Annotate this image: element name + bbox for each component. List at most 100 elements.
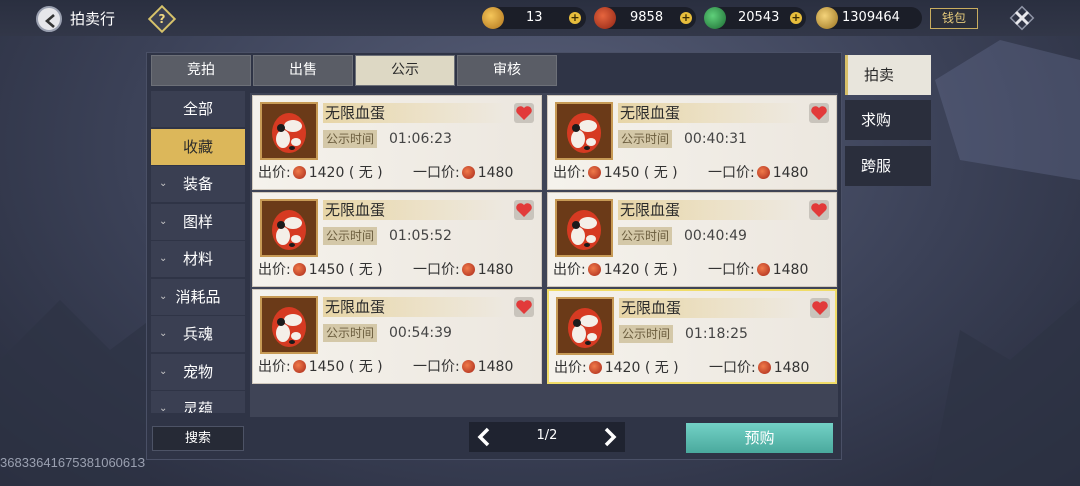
tab-auction[interactable]: 竞拍 [151, 55, 251, 86]
category-pets[interactable]: ⌄ 宠物 [151, 353, 245, 390]
search-button[interactable]: 搜索 [152, 426, 244, 451]
item-card[interactable]: 无限血蛋 公示时间 01:06:23 出价: 1420 ( 无 ) 一口价: 1480 [252, 95, 542, 190]
category-label: 图样 [182, 212, 213, 231]
favorite-button[interactable] [514, 200, 534, 220]
prebuy-button[interactable]: 预购 [686, 423, 833, 453]
red-coin-icon [594, 7, 616, 29]
heart-icon [516, 300, 532, 314]
add-currency-button[interactable]: + [790, 12, 802, 24]
bid-label: 出价: [553, 165, 586, 181]
red-coin-icon [461, 360, 475, 373]
blood-egg-icon [556, 297, 614, 355]
buyout-value: 1480 [477, 359, 514, 375]
side-tab-auction[interactable]: 拍卖 [845, 55, 931, 95]
category-favorites[interactable]: 收藏 [151, 128, 245, 165]
currency-value: 20543 [738, 10, 780, 25]
bid-value: 1420 [603, 262, 640, 278]
buyout-value: 1480 [477, 165, 514, 181]
top-bar: 拍卖行 ? 13 + 9858 + 20543 + 1309464 钱包 [0, 0, 1080, 36]
currency-value: 1309464 [842, 10, 900, 25]
back-button[interactable] [36, 6, 62, 32]
category-spirit[interactable]: ⌄ 灵蕴 [151, 391, 245, 413]
buyout-price: 一口价: 1480 [708, 164, 808, 182]
favorite-button[interactable] [809, 200, 829, 220]
category-consumables[interactable]: ⌄ 消耗品 [151, 278, 245, 315]
red-coin-icon [461, 263, 475, 276]
tab-public[interactable]: 公示 [355, 55, 455, 86]
chevron-down-icon: ⌄ [159, 290, 168, 302]
bid-none: ( 无 ) [643, 165, 678, 181]
chevron-down-icon: ⌄ [159, 403, 168, 413]
wallet-button[interactable]: 钱包 [930, 8, 978, 29]
time-label: 公示时间 [618, 130, 673, 148]
category-patterns[interactable]: ⌄ 图样 [151, 203, 245, 240]
category-all[interactable]: 全部 [151, 91, 245, 127]
category-label: 装备 [182, 175, 213, 193]
item-card[interactable]: 无限血蛋 公示时间 00:54:39 出价: 1450 ( 无 ) 一口价: 1480 [252, 289, 542, 384]
bid-price: 出价: 1450 ( 无 ) [258, 261, 383, 279]
favorite-button[interactable] [514, 103, 534, 123]
category-list[interactable]: 全部 收藏 ⌄ 装备 ⌄ 图样 ⌄ 材料 ⌄ 消耗品 ⌄ 兵魂 ⌄ 宠物 ⌄ 灵蕴 [151, 91, 245, 413]
category-soldier-soul[interactable]: ⌄ 兵魂 [151, 316, 245, 352]
bid-none: ( 无 ) [348, 262, 383, 278]
time-remaining: 00:54:39 [389, 325, 452, 341]
buyout-value: 1480 [477, 262, 514, 278]
buyout-label: 一口价: [708, 165, 755, 181]
red-coin-icon [292, 360, 306, 373]
heart-icon [811, 203, 827, 217]
item-card[interactable]: 无限血蛋 公示时间 00:40:49 出价: 1420 ( 无 ) 一口价: 1480 [547, 192, 837, 287]
heart-icon [516, 203, 532, 217]
buyout-label: 一口价: [413, 359, 460, 375]
favorite-button[interactable] [809, 103, 829, 123]
add-currency-button[interactable]: + [569, 12, 581, 24]
red-coin-icon [292, 263, 306, 276]
currency-red-coin: 9858 + [594, 7, 696, 29]
item-card[interactable]: 无限血蛋 公示时间 01:05:52 出价: 1450 ( 无 ) 一口价: 1480 [252, 192, 542, 287]
chevron-down-icon: ⌄ [159, 328, 168, 339]
category-label: 消耗品 [175, 287, 221, 306]
buyout-price: 一口价: 1480 [709, 359, 809, 377]
chevron-left-icon [477, 427, 490, 447]
category-materials[interactable]: ⌄ 材料 [151, 241, 245, 277]
prev-page-button[interactable] [473, 425, 497, 449]
red-coin-icon [757, 361, 771, 374]
item-card[interactable]: 无限血蛋 公示时间 00:40:31 出价: 1450 ( 无 ) 一口价: 1480 [547, 95, 837, 190]
bid-price: 出价: 1420 ( 无 ) [258, 164, 383, 182]
heart-icon [516, 106, 532, 120]
red-coin-icon [292, 166, 306, 179]
tab-sell[interactable]: 出售 [253, 55, 353, 86]
close-button[interactable] [1008, 4, 1036, 32]
item-name: 无限血蛋 [323, 297, 507, 317]
bid-none: ( 无 ) [348, 165, 383, 181]
bid-label: 出价: [258, 165, 291, 181]
currency-value: 13 [526, 10, 543, 25]
currency-jade: 20543 + [704, 7, 806, 29]
side-tab-cross-server[interactable]: 跨服 [845, 146, 931, 186]
side-tab-request[interactable]: 求购 [845, 100, 931, 140]
buyout-value: 1480 [773, 360, 810, 376]
favorite-button[interactable] [514, 297, 534, 317]
add-currency-button[interactable]: + [680, 12, 692, 24]
item-card[interactable]: 无限血蛋 公示时间 01:18:25 出价: 1420 ( 无 ) 一口价: 1480 [547, 289, 837, 384]
help-button[interactable]: ? [147, 4, 177, 34]
buyout-label: 一口价: [708, 262, 755, 278]
pagination: 1/2 [469, 422, 625, 452]
buyout-value: 1480 [772, 262, 809, 278]
bid-price: 出价: 1450 ( 无 ) [553, 164, 678, 182]
red-coin-icon [588, 361, 602, 374]
tab-review[interactable]: 审核 [457, 55, 557, 86]
heart-icon [811, 106, 827, 120]
bid-price: 出价: 1420 ( 无 ) [554, 359, 679, 377]
chevron-right-icon [604, 427, 617, 447]
bid-price: 出价: 1420 ( 无 ) [553, 261, 678, 279]
favorite-button[interactable] [810, 298, 830, 318]
time-remaining: 00:40:49 [684, 228, 747, 244]
category-label: 宠物 [182, 362, 213, 381]
item-name: 无限血蛋 [618, 200, 802, 220]
buyout-price: 一口价: 1480 [708, 261, 808, 279]
bid-none: ( 无 ) [348, 359, 383, 375]
next-page-button[interactable] [597, 425, 621, 449]
bid-label: 出价: [258, 359, 291, 375]
time-label: 公示时间 [323, 227, 378, 245]
category-equipment[interactable]: ⌄ 装备 [151, 166, 245, 202]
